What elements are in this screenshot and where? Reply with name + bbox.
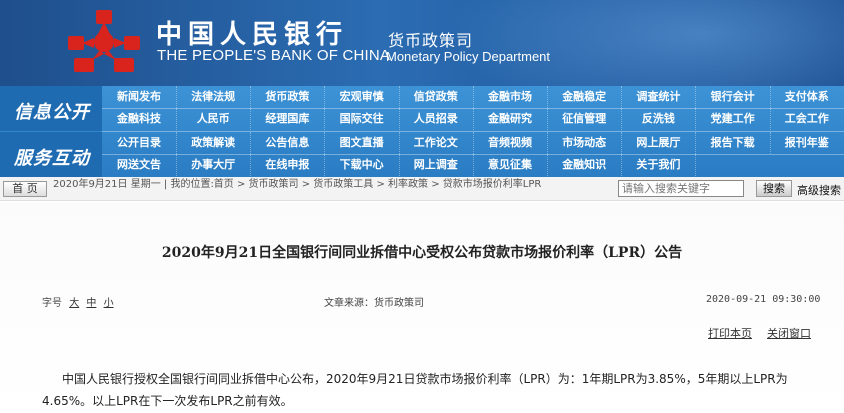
nav-item[interactable]: 音频视频 [473,132,548,154]
font-size-medium-link[interactable]: 中 [86,298,96,309]
nav-item[interactable]: 报刊年鉴 [770,132,844,154]
nav-item[interactable]: 网送文告 [102,154,177,176]
close-window-link[interactable]: 关闭窗口 [767,325,811,341]
nav-item[interactable]: 公告信息 [250,132,326,154]
article-source: 文章来源：货币政策司 [324,298,424,309]
article-content: 2020年9月21日全国银行间同业拆借中心受权公布贷款市场报价利率（LPR）公告… [0,202,844,413]
nav-section-label: 服务互动 [14,148,90,169]
nav-item[interactable]: 金融知识 [547,154,623,176]
font-size-small-link[interactable]: 小 [104,298,114,309]
nav-item[interactable]: 下载中心 [325,154,400,176]
main-navigation: 信息公开 服务互动 新闻发布 法律法规 货币政策 宏观审慎 信贷政策 金融市场 … [0,86,844,177]
search-input[interactable] [618,180,744,197]
bank-name-en: THE PEOPLE'S BANK OF CHINA [157,47,391,64]
nav-item[interactable]: 党建工作 [696,108,771,130]
breadcrumb: 2020年9月21日 星期一 | 我的位置:首页 > 货币政策司 > 货币政策工… [53,179,542,190]
nav-item[interactable]: 新闻发布 [102,86,177,108]
nav-item[interactable]: 关于我们 [621,154,697,176]
nav-item[interactable]: 宏观审慎 [325,86,400,108]
department-name-en: Monetary Policy Department [386,49,551,64]
font-size-controls: 字号 大 中 小 [42,294,114,309]
nav-item[interactable]: 在线申报 [250,154,326,176]
nav-section-label: 信息公开 [14,102,90,123]
article-body: 中国人民银行授权全国银行间同业拆借中心公布，2020年9月21日贷款市场报价利率… [42,372,788,408]
nav-item[interactable]: 调查统计 [621,86,697,108]
nav-item[interactable]: 网上调查 [399,154,474,176]
nav-item[interactable]: 支付体系 [770,86,844,108]
nav-item[interactable]: 金融稳定 [547,86,623,108]
nav-item[interactable]: 银行会计 [696,86,771,108]
advanced-search-link[interactable]: 高级搜索 [797,182,841,198]
nav-item[interactable]: 国际交往 [325,108,400,130]
pboc-logo-icon[interactable] [62,8,146,76]
nav-item[interactable]: 人员招录 [399,108,474,130]
font-size-label: 字号 [42,298,62,309]
nav-item[interactable]: 货币政策 [250,86,326,108]
nav-item[interactable]: 工作论文 [399,132,474,154]
nav-item[interactable]: 图文直播 [325,132,400,154]
nav-item[interactable]: 工会工作 [770,108,844,130]
nav-section-service: 服务互动 [0,132,102,177]
nav-item[interactable]: 公开目录 [102,132,177,154]
header-banner: 中国人民银行 THE PEOPLE'S BANK OF CHINA 货币政策司 … [0,0,844,86]
breadcrumb-bar: 首 页 2020年9月21日 星期一 | 我的位置:首页 > 货币政策司 > 货… [0,177,844,201]
print-page-link[interactable]: 打印本页 [708,325,752,341]
nav-item[interactable]: 市场动态 [547,132,623,154]
nav-item[interactable]: 意见征集 [473,154,548,176]
search-button[interactable]: 搜索 [756,180,792,197]
department-name-cn: 货币政策司 [388,31,474,50]
nav-item[interactable]: 信贷政策 [399,86,474,108]
nav-item[interactable]: 政策解读 [176,132,252,154]
nav-row-divider [102,154,844,155]
font-size-large-link[interactable]: 大 [69,298,79,309]
nav-item[interactable]: 金融市场 [473,86,548,108]
nav-item[interactable]: 金融科技 [102,108,177,130]
banner-glow [424,0,844,86]
article-datetime: 2020-09-21 09:30:00 [706,294,821,305]
nav-row-divider [102,131,844,132]
nav-item[interactable]: 反洗钱 [621,108,697,130]
bank-name-cn: 中国人民银行 [156,20,349,50]
nav-section-info-public: 信息公开 [0,86,102,131]
nav-item[interactable]: 征信管理 [547,108,623,130]
nav-item[interactable]: 人民币 [176,108,252,130]
nav-item[interactable]: 经理国库 [250,108,326,130]
article-title: 2020年9月21日全国银行间同业拆借中心受权公布贷款市场报价利率（LPR）公告 [161,245,683,261]
nav-item[interactable]: 办事大厅 [176,154,252,176]
nav-item[interactable]: 法律法规 [176,86,252,108]
nav-item[interactable]: 网上展厅 [621,132,697,154]
nav-item[interactable]: 报告下载 [696,132,771,154]
nav-item[interactable]: 金融研究 [473,108,548,130]
home-button[interactable]: 首 页 [3,181,47,197]
nav-row-divider [102,108,844,109]
